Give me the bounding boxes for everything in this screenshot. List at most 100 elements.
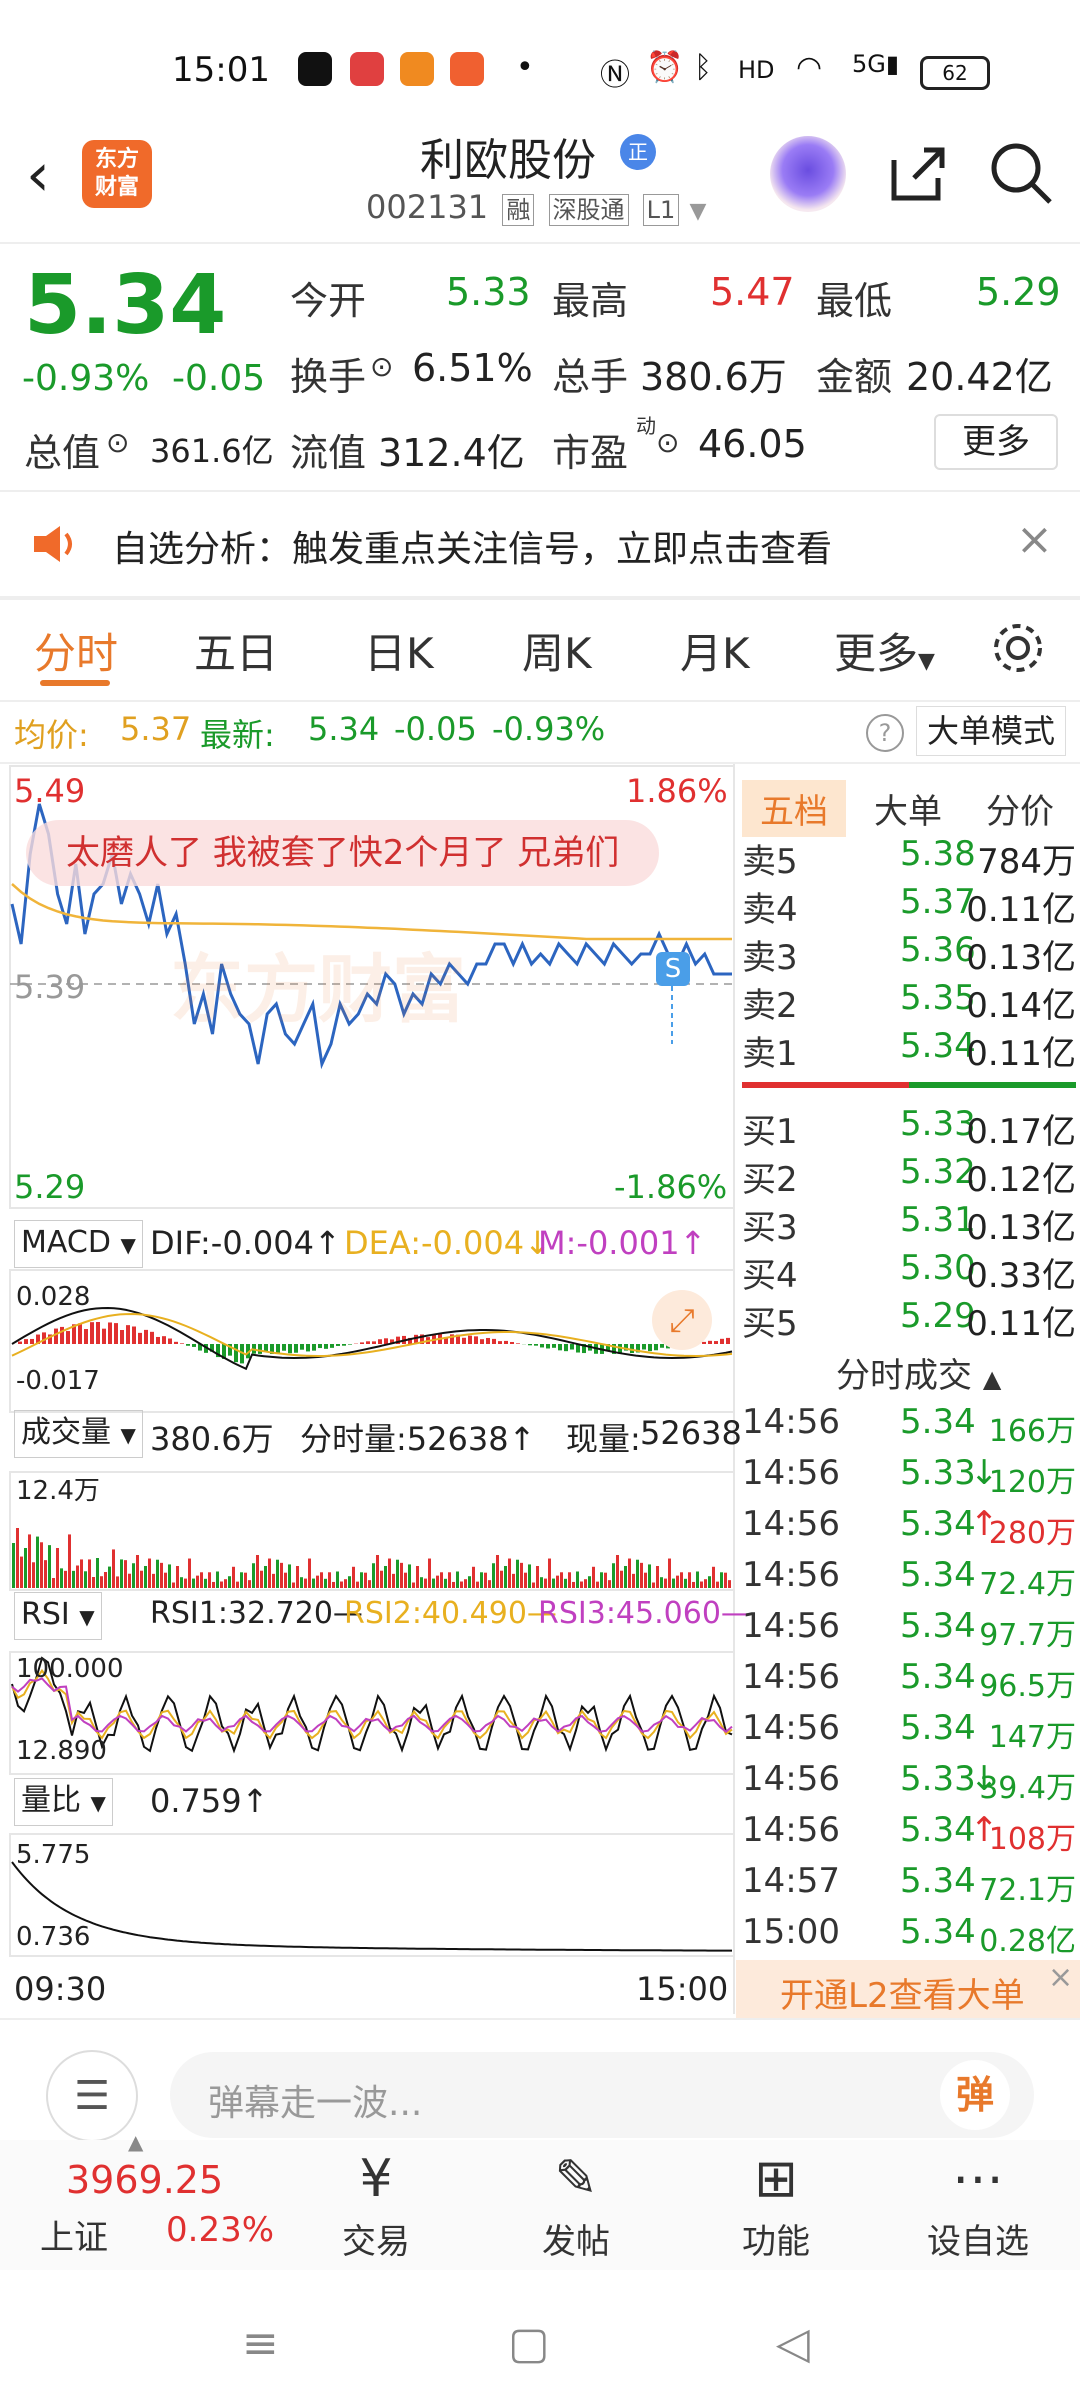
dropdown-icon[interactable]: ▼ xyxy=(689,199,706,224)
danmaku-bubble[interactable]: 太磨人了 我被套了快2个月了 兄弟们 xyxy=(26,820,660,886)
volume-bar xyxy=(204,1578,207,1588)
ask-row[interactable]: 卖3 5.36 0.13亿 xyxy=(742,930,1076,978)
index-pct[interactable]: 0.23% xyxy=(166,2210,274,2250)
volume-bar xyxy=(144,1566,147,1588)
ask-row[interactable]: 卖4 5.37 0.11亿 xyxy=(742,882,1076,930)
back-button[interactable]: ‹ xyxy=(26,140,50,210)
index-value[interactable]: 3969.25 xyxy=(66,2158,223,2202)
ask-volume: 0.14亿 xyxy=(966,986,1076,1026)
nav-trade[interactable]: ¥ 交易 xyxy=(306,2140,446,2263)
big-order-mode-button[interactable]: 大单模式 xyxy=(916,706,1066,756)
back-nav-icon[interactable]: ◁ xyxy=(776,2318,810,2369)
float-value: 312.4亿 xyxy=(378,431,525,475)
ask-row[interactable]: 卖1 5.34 0.11亿 xyxy=(742,1026,1076,1074)
macd-bar xyxy=(96,1322,100,1344)
macd-name: MACD xyxy=(21,1225,111,1260)
danmu-toggle-button[interactable]: 弹 xyxy=(940,2060,1010,2130)
volume-bar xyxy=(600,1572,603,1588)
more-button[interactable]: 更多 xyxy=(934,414,1058,470)
bid-row[interactable]: 买3 5.31 0.13亿 xyxy=(742,1200,1076,1248)
volume-bar xyxy=(264,1566,267,1588)
close-icon[interactable]: × xyxy=(1016,514,1053,565)
volume-bar xyxy=(92,1577,95,1588)
ask-row[interactable]: 卖2 5.35 0.14亿 xyxy=(742,978,1076,1026)
volume-selector[interactable]: 成交量 ▼ xyxy=(14,1410,143,1458)
alert-banner[interactable]: 自选分析：触发重点关注信号，立即点击查看 × xyxy=(0,492,1080,594)
ai-assistant-icon[interactable] xyxy=(770,136,846,212)
tab-more[interactable]: 更多▼ xyxy=(834,620,935,681)
info-icon[interactable]: ⊙ xyxy=(656,426,679,459)
volume-bar xyxy=(452,1581,455,1588)
danmu-input[interactable]: 弹幕走一波... 弹 xyxy=(170,2052,1034,2138)
volume-bar xyxy=(236,1581,239,1588)
bid-row[interactable]: 买5 5.29 0.11亿 xyxy=(742,1296,1076,1344)
panel-tab-big-orders[interactable]: 大单 xyxy=(874,780,942,837)
ask-volume: 0.11亿 xyxy=(966,1034,1076,1074)
nav-functions[interactable]: ⊞ 功能 xyxy=(706,2140,846,2263)
macd-bar xyxy=(462,1337,466,1344)
rsi-bottom-label: 12.890 xyxy=(16,1736,107,1766)
share-icon[interactable] xyxy=(884,140,950,206)
info-icon[interactable]: ⊙ xyxy=(370,350,393,383)
tab-daily-k[interactable]: 日K xyxy=(364,620,434,681)
bid-label: 买2 xyxy=(742,1160,798,1200)
volume-bar xyxy=(500,1570,503,1588)
trade-row: 14:56 5.34 ↑ 280万 xyxy=(742,1504,1076,1554)
volume-bar xyxy=(708,1576,711,1588)
menu-icon[interactable]: ≡ xyxy=(242,2318,279,2369)
macd-selector[interactable]: MACD ▼ xyxy=(14,1220,143,1268)
macd-bar xyxy=(534,1344,538,1346)
volume-bar xyxy=(472,1566,475,1588)
volume-bar xyxy=(604,1572,607,1588)
macd-bar xyxy=(18,1341,22,1344)
tab-monthly-k[interactable]: 月K xyxy=(680,620,750,681)
home-icon[interactable]: ▢ xyxy=(508,2318,550,2369)
sell-marker[interactable]: S xyxy=(656,952,690,986)
expand-icon[interactable]: ⤢ xyxy=(652,1290,712,1350)
volume-bar xyxy=(96,1558,99,1588)
search-icon[interactable] xyxy=(986,138,1056,208)
volume-bar xyxy=(704,1579,707,1588)
volume-bar xyxy=(152,1573,155,1588)
tab-five-day[interactable]: 五日 xyxy=(194,620,278,681)
macd-bar xyxy=(498,1341,502,1344)
help-icon[interactable]: ? xyxy=(866,714,904,752)
macd-bar xyxy=(714,1341,718,1344)
nav-post[interactable]: ✎ 发帖 xyxy=(506,2140,646,2263)
alarm-icon: ⏰ xyxy=(646,50,684,85)
rsi-selector[interactable]: RSI ▼ xyxy=(14,1592,102,1640)
macd-bar xyxy=(654,1344,658,1351)
macd-bar xyxy=(108,1322,112,1344)
bid-row[interactable]: 买4 5.30 0.33亿 xyxy=(742,1248,1076,1296)
bid-row[interactable]: 买1 5.33 0.17亿 xyxy=(742,1104,1076,1152)
volume-bar xyxy=(572,1581,575,1588)
macd-bar xyxy=(162,1336,166,1344)
trades-title[interactable]: 分时成交 ▲ xyxy=(836,1348,1001,1397)
panel-tab-price-dist[interactable]: 分价 xyxy=(986,780,1054,837)
danmu-settings-icon[interactable]: ☰ xyxy=(46,2050,138,2142)
app-logo[interactable]: 东方 财富 xyxy=(82,140,152,208)
time-start-label: 09:30 xyxy=(14,1970,107,2008)
close-icon[interactable]: × xyxy=(1048,1960,1073,1995)
l2-banner[interactable]: 开通L2查看大单 × xyxy=(736,1960,1080,2018)
index-name[interactable]: 上证 xyxy=(40,2210,108,2259)
bid-ask-bar xyxy=(742,1082,1076,1088)
panel-tab-five-levels[interactable]: 五档 xyxy=(742,780,846,837)
price-top-label: 5.49 xyxy=(14,772,86,810)
liangbi-selector[interactable]: 量比 ▼ xyxy=(14,1778,113,1826)
macd-bar xyxy=(630,1344,634,1354)
tab-intraday[interactable]: 分时 xyxy=(34,620,118,681)
ask-row[interactable]: 卖5 5.38 784万 xyxy=(742,834,1076,882)
nav-add-watchlist[interactable]: ⋯ 设自选 xyxy=(908,2140,1048,2263)
info-icon[interactable]: ⊙ xyxy=(106,426,129,459)
macd-bar xyxy=(330,1344,334,1348)
bid-row[interactable]: 买2 5.32 0.12亿 xyxy=(742,1152,1076,1200)
volume-bar xyxy=(612,1563,615,1588)
change-value: -0.05 xyxy=(172,358,266,399)
tab-weekly-k[interactable]: 周K xyxy=(522,620,592,681)
volume-bar xyxy=(280,1562,283,1588)
macd-bar xyxy=(510,1341,514,1344)
macd-bar xyxy=(552,1344,556,1348)
wifi-icon: ◠ xyxy=(796,50,823,85)
settings-icon[interactable] xyxy=(990,620,1046,676)
